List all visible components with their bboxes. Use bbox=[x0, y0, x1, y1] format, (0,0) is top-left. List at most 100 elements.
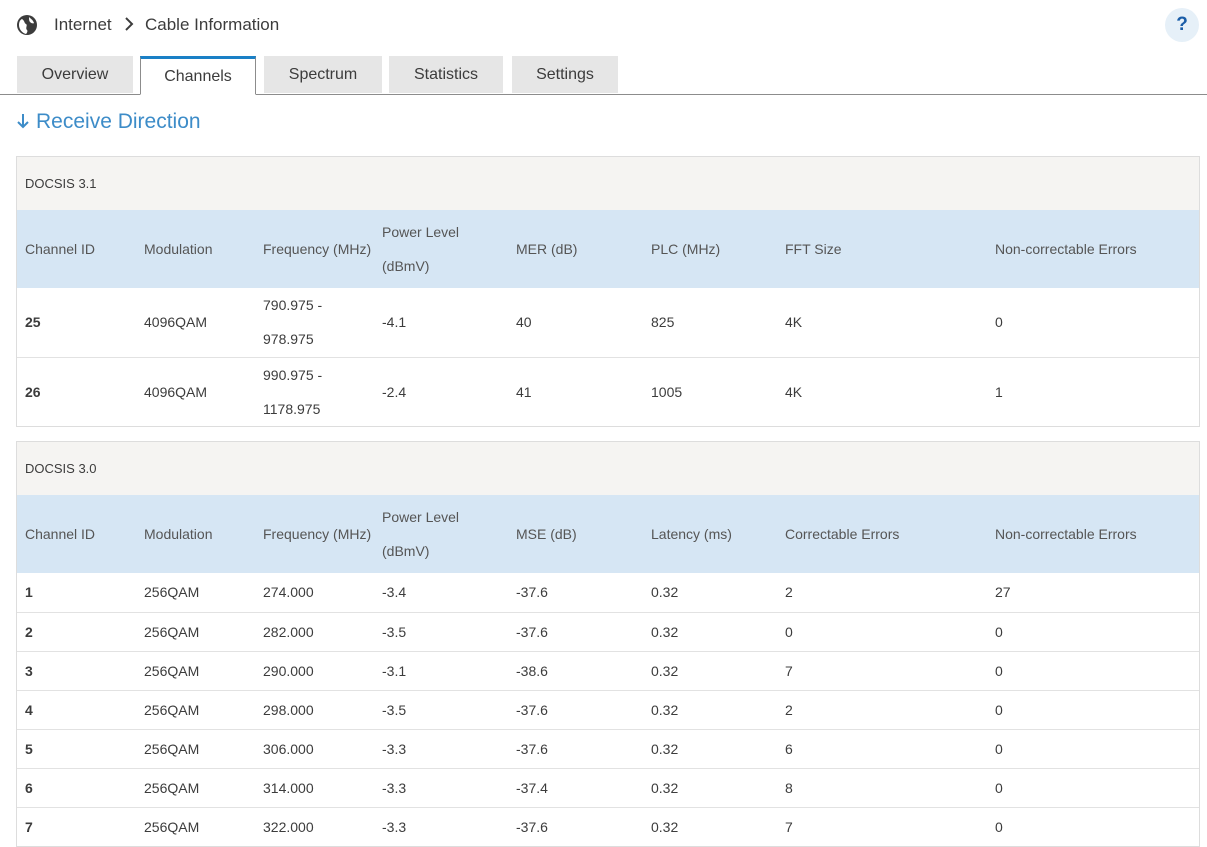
table-row: 25 4096QAM 790.975 - 978.975 -4.1 40 825 4K 0 bbox=[17, 288, 1199, 357]
table-cell: -3.5 bbox=[374, 611, 508, 651]
globe-icon bbox=[17, 15, 37, 35]
table-cell: 256QAM bbox=[136, 806, 255, 846]
table-cell: -3.3 bbox=[374, 728, 508, 768]
table-cell: -38.6 bbox=[508, 650, 643, 690]
section-receive-direction: Receive Direction bbox=[16, 108, 201, 136]
table-cell: 1 bbox=[987, 356, 1199, 426]
chevron-right-icon bbox=[125, 17, 134, 31]
column-header: Channel ID bbox=[25, 241, 96, 257]
table-cell: 306.000 bbox=[255, 728, 374, 768]
breadcrumb-cable-information: Cable Information bbox=[145, 15, 280, 34]
column-header: Non-correctable Errors bbox=[995, 241, 1137, 257]
column-header: Modulation bbox=[144, 241, 213, 257]
table-cell: -37.4 bbox=[508, 767, 643, 807]
table-cell: 825 bbox=[651, 314, 675, 331]
table-row: 5 256QAM 306.000 -3.3 -37.6 0.32 6 0 bbox=[17, 728, 1199, 768]
breadcrumb-internet[interactable]: Internet bbox=[54, 14, 112, 36]
tab-channels[interactable]: Channels bbox=[140, 56, 256, 95]
table-cell: 1005 bbox=[643, 356, 777, 426]
column-header: FFT Size bbox=[785, 241, 842, 257]
table-cell: -3.3 bbox=[374, 767, 508, 807]
table-cell: 0.32 bbox=[643, 689, 777, 729]
table-cell: -37.6 bbox=[508, 728, 643, 768]
table-cell: 0 bbox=[777, 611, 987, 651]
table-cell: 4K bbox=[785, 314, 803, 331]
channel-id-cell: 5 bbox=[17, 728, 136, 768]
table-row: 26 4096QAM 990.975 - 1178.975 -2.4 41 1005 4K 1 bbox=[17, 356, 1199, 426]
docsis30-panel: DOCSIS 3.0 Channel ID Modulation Frequency… bbox=[16, 441, 1200, 847]
tab-settings[interactable]: Settings bbox=[512, 56, 618, 93]
table-cell: 314.000 bbox=[255, 767, 374, 807]
table-cell: 990.975 - 1178.975 bbox=[255, 356, 374, 426]
table-cell: -37.6 bbox=[508, 611, 643, 651]
channel-id-cell: 26 bbox=[17, 356, 136, 426]
channel-id-cell: 6 bbox=[17, 767, 136, 807]
table-cell: 2 bbox=[777, 689, 987, 729]
table-cell: 0 bbox=[987, 767, 1199, 807]
column-header: Correctable Errors bbox=[785, 526, 900, 542]
table-cell: -4.1 bbox=[382, 314, 407, 331]
table-row: 6 256QAM 314.000 -3.3 -37.4 0.32 8 0 bbox=[17, 767, 1199, 807]
table-cell: -3.4 bbox=[382, 584, 407, 601]
table-cell: 2 bbox=[785, 584, 793, 601]
table-cell: -3.3 bbox=[374, 806, 508, 846]
tab-overview[interactable]: Overview bbox=[17, 56, 133, 93]
table-cell: 256QAM bbox=[136, 728, 255, 768]
table-cell: 0 bbox=[987, 689, 1199, 729]
table-cell: -37.6 bbox=[508, 689, 643, 729]
table-cell: -37.6 bbox=[516, 584, 548, 601]
arrow-down-icon bbox=[17, 114, 29, 129]
table-cell: 40 bbox=[516, 314, 532, 331]
docsis30-header-row: Channel ID Modulation Frequency (MHz) Power… bbox=[17, 495, 1199, 573]
section-title-text: Receive Direction bbox=[36, 110, 201, 133]
column-header: MER (dB) bbox=[516, 241, 578, 257]
table-cell: 0.32 bbox=[643, 806, 777, 846]
table-row: 3 256QAM 290.000 -3.1 -38.6 0.32 7 0 bbox=[17, 650, 1199, 690]
column-header: Power Level (dBmV) bbox=[382, 509, 460, 559]
docsis30-table: Channel ID Modulation Frequency (MHz) Power… bbox=[17, 495, 1199, 846]
table-cell: 41 bbox=[508, 356, 643, 426]
table-cell: 790.975 - 978.975 bbox=[263, 297, 323, 348]
table-cell: 256QAM bbox=[144, 584, 200, 601]
table-cell: 256QAM bbox=[136, 650, 255, 690]
table-cell: 4096QAM bbox=[136, 356, 255, 426]
table-row: 7 256QAM 322.000 -3.3 -37.6 0.32 7 0 bbox=[17, 806, 1199, 846]
table-cell: 0 bbox=[995, 314, 1003, 331]
table-cell: 7 bbox=[777, 650, 987, 690]
table-cell: 0 bbox=[987, 806, 1199, 846]
table-cell: -2.4 bbox=[374, 356, 508, 426]
table-cell: 0.32 bbox=[643, 650, 777, 690]
table-cell: 256QAM bbox=[136, 767, 255, 807]
table-cell: 298.000 bbox=[255, 689, 374, 729]
docsis31-panel: DOCSIS 3.1 Channel ID Modulation Frequency… bbox=[16, 156, 1200, 427]
table-cell: 322.000 bbox=[255, 806, 374, 846]
column-header: Non-correctable Errors bbox=[995, 526, 1137, 542]
table-row: 1 256QAM 274.000 -3.4 -37.6 0.32 2 27 bbox=[17, 573, 1199, 612]
table-cell: 0.32 bbox=[643, 611, 777, 651]
channel-id-cell: 3 bbox=[17, 650, 136, 690]
table-cell: 290.000 bbox=[255, 650, 374, 690]
tab-bar: Overview Channels Spectrum Statistics Se… bbox=[0, 56, 1207, 95]
tab-spectrum[interactable]: Spectrum bbox=[264, 56, 382, 93]
channel-id-cell: 1 bbox=[25, 584, 33, 601]
column-header: Frequency (MHz) bbox=[263, 526, 372, 542]
column-header: Modulation bbox=[144, 526, 213, 542]
tab-statistics[interactable]: Statistics bbox=[389, 56, 503, 93]
table-cell: 0 bbox=[987, 611, 1199, 651]
column-header: Power Level (dBmV) bbox=[382, 224, 460, 274]
table-cell: 4K bbox=[777, 356, 987, 426]
help-button[interactable]: ? bbox=[1165, 8, 1199, 42]
table-cell: -3.5 bbox=[374, 689, 508, 729]
docsis31-title: DOCSIS 3.1 bbox=[17, 157, 1199, 210]
docsis30-title: DOCSIS 3.0 bbox=[17, 442, 1199, 495]
table-cell: 256QAM bbox=[136, 689, 255, 729]
table-row: 2 256QAM 282.000 -3.5 -37.6 0.32 0 0 bbox=[17, 611, 1199, 651]
channel-id-cell: 4 bbox=[17, 689, 136, 729]
table-cell: 27 bbox=[995, 584, 1011, 601]
column-header: Frequency (MHz) bbox=[263, 241, 372, 257]
table-cell: 274.000 bbox=[263, 584, 314, 601]
docsis31-header-row: Channel ID Modulation Frequency (MHz) Power… bbox=[17, 210, 1199, 288]
channel-id-cell: 7 bbox=[17, 806, 136, 846]
table-cell: 4096QAM bbox=[144, 314, 208, 331]
table-cell: 0.32 bbox=[651, 584, 679, 601]
